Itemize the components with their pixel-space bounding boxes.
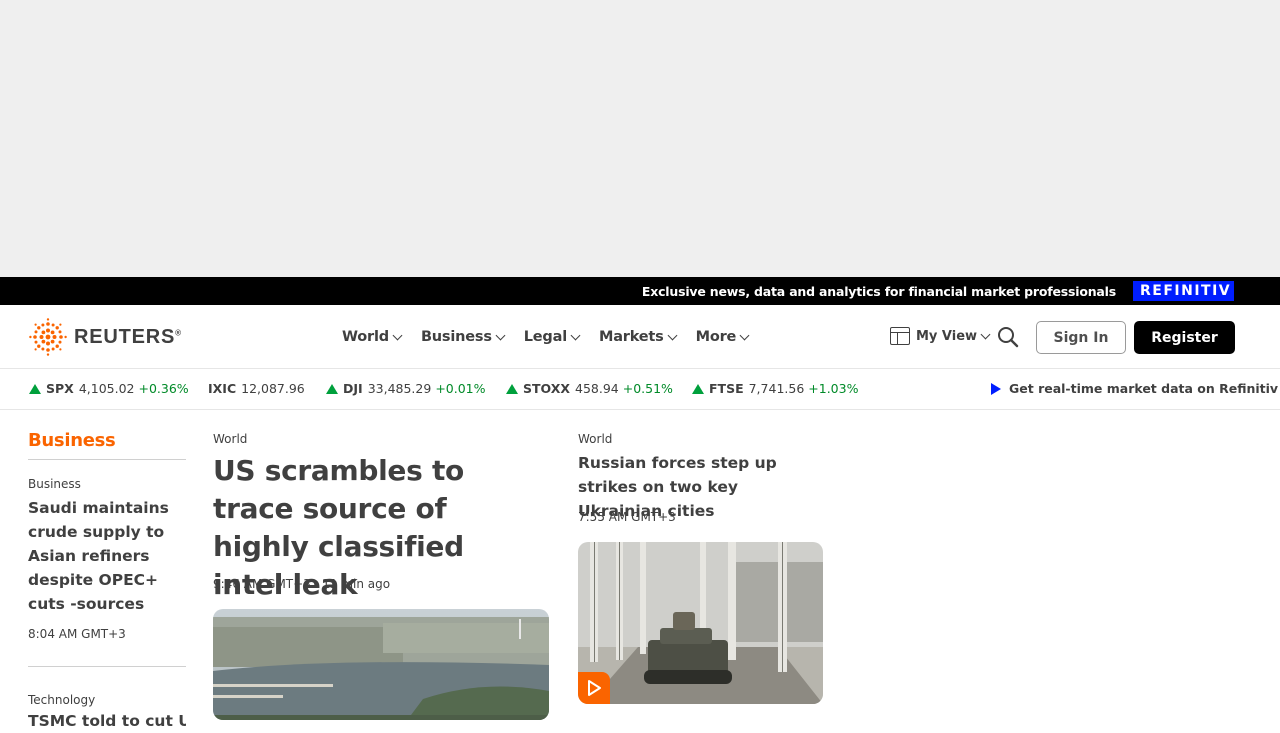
nav-legal-label[interactable]: Legal xyxy=(524,329,567,345)
ticker-symbol[interactable]: DJI xyxy=(343,381,363,396)
site-header: REUTERS® World Business Legal Markets Mo… xyxy=(0,305,1280,369)
divider xyxy=(28,666,186,667)
nav-legal[interactable]: Legal xyxy=(524,329,581,345)
promo-text[interactable]: Exclusive news, data and analytics for f… xyxy=(642,284,1116,299)
nav-world-label[interactable]: World xyxy=(342,329,389,345)
search-icon[interactable] xyxy=(997,326,1019,348)
video-play-button[interactable] xyxy=(578,672,610,704)
market-ticker: SPX 4,105.02 +0.36% IXIC 12,087.96 DJI 3… xyxy=(0,370,1280,410)
reuters-logo[interactable]: REUTERS® xyxy=(28,318,182,356)
register-button[interactable]: Register xyxy=(1134,321,1235,354)
chevron-down-icon xyxy=(495,330,506,341)
chevron-down-icon xyxy=(667,330,678,341)
ad-placeholder xyxy=(0,0,1280,277)
lead-story-kicker[interactable]: World xyxy=(213,432,247,446)
story-time: 8:04 AM GMT+3 xyxy=(28,627,126,641)
arrow-up-icon xyxy=(326,383,338,394)
story-image[interactable] xyxy=(578,542,823,704)
ticker-item-stoxx[interactable]: STOXX 458.94 +0.51% xyxy=(506,381,673,396)
nav-business[interactable]: Business xyxy=(421,329,506,345)
ticker-symbol[interactable]: SPX xyxy=(46,381,74,396)
my-view-label[interactable]: My View xyxy=(916,329,977,344)
ticker-value: 7,741.56 xyxy=(748,381,805,396)
logo-wordmark[interactable]: REUTERS® xyxy=(74,326,182,349)
ticker-item-spx[interactable]: SPX 4,105.02 +0.36% xyxy=(29,381,189,396)
story-headline[interactable]: Saudi maintains crude supply to Asian re… xyxy=(28,496,186,616)
reuters-dot-logo-icon xyxy=(29,318,67,356)
refinitiv-market-data-link[interactable]: Get real-time market data on Refinitiv xyxy=(991,381,1278,396)
refinitiv-promo-bar[interactable]: Exclusive news, data and analytics for f… xyxy=(0,277,1280,305)
nav-world[interactable]: World xyxy=(342,329,403,345)
refinitiv-logo[interactable]: REFINITIV xyxy=(1133,281,1234,301)
story-kicker[interactable]: Business xyxy=(28,477,81,491)
story-kicker[interactable]: World xyxy=(578,432,612,446)
ticker-item-dji[interactable]: DJI 33,485.29 +0.01% xyxy=(326,381,486,396)
chevron-down-icon xyxy=(570,330,581,341)
ticker-item-ixic[interactable]: IXIC 12,087.96 xyxy=(208,381,309,396)
ticker-symbol[interactable]: STOXX xyxy=(523,381,570,396)
section-title[interactable]: Business xyxy=(28,430,116,451)
nav-more-label[interactable]: More xyxy=(696,329,737,345)
story-kicker[interactable]: Technology xyxy=(28,693,95,707)
chevron-down-icon xyxy=(392,330,403,341)
arrow-up-icon xyxy=(692,383,704,394)
my-view-button[interactable]: My View xyxy=(890,327,991,345)
refinitiv-link-label[interactable]: Get real-time market data on Refinitiv xyxy=(1009,381,1278,396)
ticker-change: +0.51% xyxy=(622,381,673,396)
chevron-down-icon xyxy=(980,329,991,340)
nav-markets-label[interactable]: Markets xyxy=(599,329,664,345)
ticker-change: +0.01% xyxy=(435,381,486,396)
ticker-symbol[interactable]: FTSE xyxy=(709,381,744,396)
main-nav: World Business Legal Markets More xyxy=(342,305,768,369)
aerial-city-photo xyxy=(213,609,549,720)
military-vehicle-photo xyxy=(578,542,823,704)
ticker-change: +0.36% xyxy=(138,381,189,396)
chevron-down-icon xyxy=(739,330,750,341)
ticker-item-ftse[interactable]: FTSE 7,741.56 +1.03% xyxy=(692,381,858,396)
ticker-value: 458.94 xyxy=(575,381,619,396)
ticker-change: +1.03% xyxy=(808,381,859,396)
layout-icon xyxy=(890,327,910,345)
story-time: 7:55 AM GMT+3 xyxy=(578,510,676,524)
sign-in-button[interactable]: Sign In xyxy=(1036,321,1126,354)
arrow-up-icon xyxy=(506,383,518,394)
ticker-value: 4,105.02 xyxy=(78,381,135,396)
nav-more[interactable]: More xyxy=(696,329,750,345)
lead-story-time: 9:46 AM GMT+3 · 11 min ago xyxy=(213,577,391,591)
ticker-value: 12,087.96 xyxy=(241,381,305,396)
play-icon xyxy=(588,680,601,696)
play-arrow-icon xyxy=(991,382,1001,395)
nav-markets[interactable]: Markets xyxy=(599,329,678,345)
arrow-up-icon xyxy=(29,383,41,394)
ticker-symbol[interactable]: IXIC xyxy=(208,381,236,396)
nav-business-label[interactable]: Business xyxy=(421,329,492,345)
divider xyxy=(28,459,186,460)
story-headline[interactable]: TSMC told to cut US xyxy=(28,709,186,733)
lead-story-image[interactable] xyxy=(213,609,549,720)
ticker-value: 33,485.29 xyxy=(367,381,432,396)
